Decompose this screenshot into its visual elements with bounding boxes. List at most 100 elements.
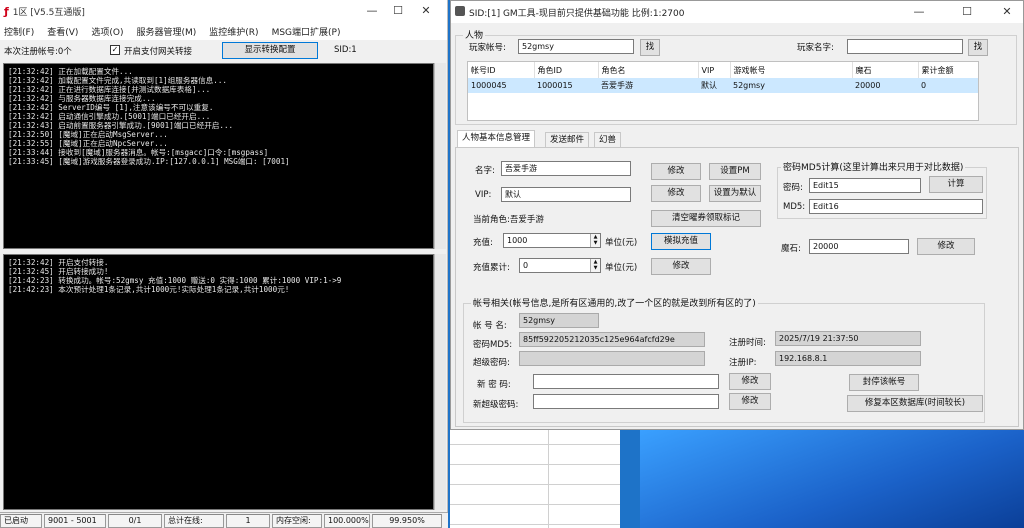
background-window	[450, 430, 620, 528]
log-bottom-scrollbar[interactable]	[434, 254, 446, 510]
tab-send-mail[interactable]: 发送邮件	[545, 132, 590, 148]
modify-stone-button[interactable]: 修改	[917, 238, 975, 255]
show-config-button[interactable]: 显示转换配置	[222, 42, 318, 59]
modify-password-button[interactable]: 修改	[729, 373, 771, 390]
register-count-label: 本次注册帐号:0个	[4, 47, 72, 57]
menu-monitor[interactable]: 监控维护(R)	[209, 25, 258, 38]
gateway-checkbox[interactable]: ✓	[110, 45, 120, 55]
left-menu-bar: 控制(F) 查看(V) 选项(O) 服务器管理(M) 监控维护(R) MSG端口…	[0, 22, 447, 40]
player-account-input[interactable]: 52gmsy	[518, 39, 634, 54]
recharge-input[interactable]: 1000 ▲ ▼	[503, 233, 601, 248]
menu-options[interactable]: 选项(O)	[91, 25, 123, 38]
col-role-id[interactable]: 角色ID	[534, 62, 599, 78]
tab-basic-info[interactable]: 人物基本信息管理	[457, 130, 536, 148]
search-name-button[interactable]: 找	[968, 39, 988, 56]
set-gm-button[interactable]: 设置PM	[709, 163, 761, 180]
log-line: [21:32:42] 正在进行数据库连接[并测试数据库表格]...	[8, 85, 211, 94]
close-button[interactable]: ✕	[418, 3, 434, 19]
col-account-id[interactable]: 帐号ID	[468, 62, 535, 78]
log-top-panel: [21:32:42] 正在加载配置文件... [21:32:42] 加载配置文件完…	[3, 63, 434, 249]
total-recharge-spinner[interactable]: ▲ ▼	[590, 259, 600, 272]
recharge-unit-label: 单位(元)	[605, 238, 638, 248]
simulate-recharge-button[interactable]: 模拟充值	[651, 233, 711, 250]
total-recharge-input[interactable]: 0 ▲ ▼	[519, 258, 601, 273]
col-vip[interactable]: VIP	[698, 62, 731, 78]
col-total-amount[interactable]: 累计金额	[918, 62, 978, 78]
cell-game-account: 52gmsy	[730, 78, 852, 93]
log-line: [21:32:42] 开启支付转接.	[8, 258, 109, 267]
vip-input[interactable]: 默认	[501, 187, 631, 202]
md5-result-input[interactable]: Edit16	[809, 199, 983, 214]
cell-role-id: 1000015	[534, 78, 598, 93]
account-name-label: 帐 号 名:	[473, 321, 507, 331]
log-line: [21:32:55] [魔域]正在启动NpcServer...	[8, 139, 168, 148]
new-password-input[interactable]	[533, 374, 719, 389]
player-name-input[interactable]	[847, 39, 963, 54]
left-title-bar: ƒ 1区 [V5.5互通版] — ☐ ✕	[0, 0, 447, 22]
md5-result-label: MD5:	[783, 202, 806, 212]
clear-coupon-button[interactable]: 清空曜券领取标记	[651, 210, 761, 227]
modify-name-button[interactable]: 修改	[651, 163, 701, 180]
new-password-label: 新 密 码:	[477, 380, 511, 390]
ban-account-button[interactable]: 封停该帐号	[849, 374, 919, 391]
md5-password-label: 密码:	[783, 183, 803, 193]
status-connections: 0/1	[108, 513, 162, 528]
register-ip-label: 注册IP:	[729, 358, 757, 368]
log-line: [21:32:50] [魔域]正在启动MsgServer...	[8, 130, 168, 139]
log-line: [21:42:23] 本次预计处理1条记录,共计1000元!实际处理1条记录,共…	[8, 285, 290, 294]
log-line: [21:32:45] 开启转接成功!	[8, 267, 109, 276]
sid-label: SID:1	[334, 45, 357, 55]
set-default-button[interactable]: 设置为默认	[709, 185, 761, 202]
new-super-password-label: 新超级密码:	[473, 400, 519, 410]
col-magic-stone[interactable]: 魔石	[852, 62, 919, 78]
cell-vip: 默认	[698, 78, 730, 93]
log-bottom-panel: [21:32:42] 开启支付转接. [21:32:45] 开启转接成功! [21:…	[3, 254, 434, 510]
search-account-button[interactable]: 找	[640, 39, 660, 56]
account-group-title: 帐号相关(帐号信息,是所有区通用的,改了一个区的就是改到所有区的了)	[471, 296, 758, 309]
cell-role-name: 吾爱手游	[598, 78, 698, 93]
maximize-button[interactable]: ☐	[390, 3, 406, 19]
gm-close-button[interactable]: ✕	[999, 4, 1015, 20]
modify-vip-button[interactable]: 修改	[651, 185, 701, 202]
status-online-label: 总计在线:	[164, 513, 224, 528]
minimize-button[interactable]: —	[364, 3, 380, 19]
menu-control[interactable]: 控制(F)	[4, 25, 34, 38]
password-md5-field: 85ff592205212035c125e964afcfd29e	[519, 332, 705, 347]
gateway-checkbox-label: 开启支付网关转接	[124, 47, 193, 57]
modify-super-password-button[interactable]: 修改	[729, 393, 771, 410]
app-logo-icon: ƒ	[4, 4, 9, 18]
col-game-account[interactable]: 游戏帐号	[730, 62, 853, 78]
table-row[interactable]: 1000045 1000015 吾爱手游 默认 52gmsy 20000 0	[468, 78, 978, 93]
modify-total-button[interactable]: 修改	[651, 258, 711, 275]
desktop-wallpaper	[640, 430, 1024, 528]
status-cpu-value: 99.950%	[372, 513, 442, 528]
repair-database-button[interactable]: 修复本区数据库(时间较长)	[847, 395, 983, 412]
menu-server-manage[interactable]: 服务器管理(M)	[137, 25, 197, 38]
name-input[interactable]: 吾爱手游	[501, 161, 631, 176]
status-online-count: 1	[226, 513, 270, 528]
calc-md5-button[interactable]: 计算	[929, 176, 983, 193]
gm-maximize-button[interactable]: ☐	[959, 4, 975, 20]
player-account-label: 玩家帐号:	[469, 43, 506, 53]
new-super-password-input[interactable]	[533, 394, 719, 409]
gm-minimize-button[interactable]: —	[911, 4, 927, 20]
log-line: [21:33:44] 接收到[魔域]服务器消息。帐号:[msgacc]口令:[m…	[8, 148, 269, 157]
menu-msg-port[interactable]: MSG端口扩展(P)	[272, 25, 341, 38]
log-top-scrollbar[interactable]	[434, 63, 446, 249]
register-time-label: 注册时间:	[729, 338, 766, 348]
status-bar: 已启动 9001 - 5001 0/1 总计在线: 1 内存空闲: 100.00…	[0, 512, 448, 528]
col-role-name[interactable]: 角色名	[598, 62, 699, 78]
server-console-window: ƒ 1区 [V5.5互通版] — ☐ ✕ 控制(F) 查看(V) 选项(O) 服…	[0, 0, 448, 528]
magic-stone-input[interactable]: 20000	[809, 239, 909, 254]
gm-tool-window: SID:[1] GM工具-现目前只提供基础功能 比例:1:2700 — ☐ ✕ …	[450, 0, 1024, 430]
tab-pets[interactable]: 幻兽	[594, 132, 622, 148]
character-group-title: 人物	[463, 28, 486, 41]
register-ip-field: 192.168.8.1	[775, 351, 921, 366]
menu-view[interactable]: 查看(V)	[47, 25, 78, 38]
left-toolbar: 本次注册帐号:0个 ✓ 开启支付网关转接 显示转换配置 SID:1	[0, 41, 448, 61]
log-line: [21:42:23] 转换成功。帐号:52gmsy 充值:1000 赠送:0 实…	[8, 276, 342, 285]
recharge-label: 充值:	[473, 238, 493, 248]
character-table: 帐号ID 角色ID 角色名 VIP 游戏帐号 魔石 累计金额 1000045 1…	[467, 61, 979, 121]
recharge-spinner[interactable]: ▲ ▼	[590, 234, 600, 247]
md5-password-input[interactable]: Edit15	[809, 178, 921, 193]
